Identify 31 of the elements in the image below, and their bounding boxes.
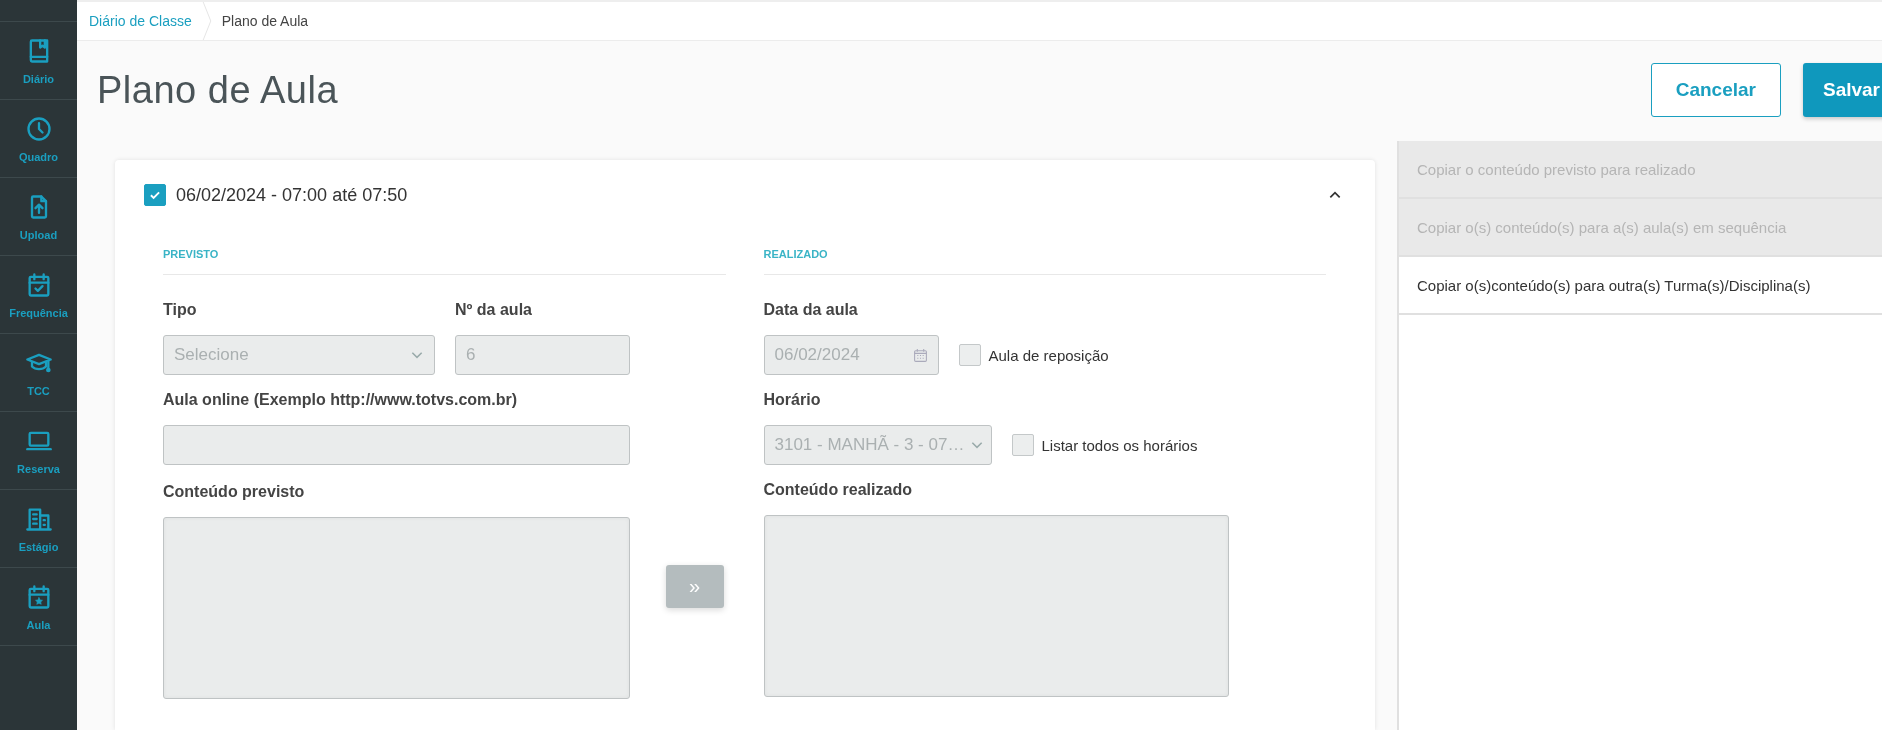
sidebar-item[interactable]: Reserva — [0, 412, 77, 490]
sidebar-item[interactable]: Aula — [0, 568, 77, 646]
field-label: Nº da aula — [455, 301, 533, 319]
checkbox[interactable] — [144, 184, 166, 206]
checkbox-label: Aula de reposição — [988, 346, 1109, 364]
sidebar-item[interactable]: Frequência — [0, 256, 77, 334]
field-label: Aula online (Exemplo http://www.totvs.com.br) — [163, 391, 519, 409]
side-action-item[interactable]: Copiar o(s)conteúdo(s) para outra(s) Turma(s)/Disciplina(s) — [1399, 257, 1882, 315]
sidebar-item[interactable]: Upload — [0, 178, 77, 256]
cancel-button[interactable]: Cancelar — [1650, 63, 1781, 117]
section-heading: REALIZADO — [763, 248, 1326, 275]
sidebar-item[interactable]: Quadro — [0, 100, 77, 178]
breadcrumb-link[interactable]: Diário de Classe — [89, 13, 202, 29]
clock-icon — [24, 114, 53, 143]
sidebar-item[interactable]: TCC — [0, 334, 77, 412]
sidebar-item[interactable]: Estágio — [0, 490, 77, 568]
checkbox-label: Listar todos os horários — [1041, 436, 1198, 454]
page-title: Plano de Aula — [97, 68, 339, 112]
field-label: Conteúdo realizado — [763, 481, 913, 499]
field-label: Data da aula — [763, 301, 859, 319]
lesson-title: 06/02/2024 - 07:00 até 07:50 — [176, 184, 408, 206]
sidebar-item[interactable]: Diário — [0, 22, 77, 100]
field-label: Tipo — [163, 301, 198, 319]
current-page-label: Plano de Aula — [220, 13, 310, 29]
field-label: Conteúdo previsto — [163, 483, 306, 501]
checkbox[interactable] — [1011, 434, 1034, 456]
section-heading: PREVISTO — [163, 248, 726, 275]
checkbox[interactable] — [958, 344, 981, 366]
save-button[interactable]: Salvar — [1802, 63, 1882, 117]
calendar-icon — [912, 347, 928, 363]
field-label: Horário — [763, 391, 822, 409]
